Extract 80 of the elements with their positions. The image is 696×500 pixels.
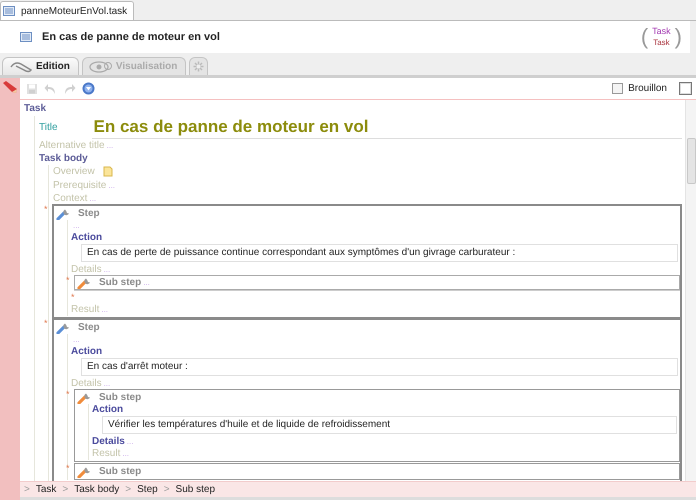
- action-field[interactable]: Vérifier les températures d'huile et de liquide de refroidissement: [102, 416, 677, 434]
- parenthesis: ): [674, 24, 682, 50]
- field-label[interactable]: Result: [71, 304, 100, 315]
- ellipsis[interactable]: ...: [101, 305, 108, 314]
- marker: *: [66, 275, 71, 287]
- action-field[interactable]: En cas d'arrêt moteur :: [81, 358, 678, 376]
- wrench-icon: [56, 208, 72, 220]
- field-label[interactable]: Overview: [53, 166, 95, 177]
- note-icon[interactable]: [102, 166, 113, 177]
- field-label[interactable]: Details: [71, 264, 102, 275]
- field-label: Action: [71, 232, 102, 243]
- field-label: Action: [92, 404, 124, 415]
- ellipsis[interactable]: ...: [122, 449, 130, 458]
- action-field[interactable]: En cas de perte de puissance continue correspondant aux symptômes d'un givrage carburateur :: [81, 244, 678, 262]
- document-title: En cas de panne de moteur en vol: [42, 31, 221, 43]
- separator: >: [24, 484, 30, 495]
- ellipsis[interactable]: ...: [126, 437, 134, 446]
- undo-icon: [44, 82, 57, 94]
- wrench-icon: [56, 322, 72, 334]
- redo-icon: [63, 82, 76, 94]
- settings-icon: [193, 61, 204, 72]
- substep-block[interactable]: Sub step ...: [74, 275, 680, 290]
- substep-block[interactable]: Sub step Action Vérifier les températures d'huile et de liquide de refroidissement Details ... Result ...: [74, 389, 680, 462]
- wrench-icon: [77, 276, 93, 288]
- block-label: Step: [78, 208, 100, 219]
- field-label[interactable]: Prerequisite: [53, 180, 106, 191]
- field-label[interactable]: Details: [92, 436, 125, 447]
- view-tab[interactable]: Edition: [2, 57, 79, 75]
- ellipsis[interactable]: ...: [106, 141, 114, 150]
- ellipsis[interactable]: ...: [89, 194, 96, 203]
- ellipsis[interactable]: ...: [143, 278, 150, 287]
- view-tab[interactable]: [189, 57, 208, 75]
- marker: *: [71, 292, 75, 302]
- field-label[interactable]: Result: [92, 448, 120, 459]
- field-label: Action: [71, 346, 102, 357]
- type-label: Task: [652, 25, 671, 37]
- breadcrumb-item[interactable]: Step: [137, 484, 158, 495]
- section-label[interactable]: Task body: [39, 153, 88, 164]
- file-tab[interactable]: panneMoteurEnVol.task: [0, 1, 134, 20]
- field-label[interactable]: Alternative title: [39, 140, 105, 151]
- wrench-icon: [77, 392, 93, 404]
- maximize-button[interactable]: [679, 82, 692, 95]
- separator: >: [164, 484, 170, 495]
- marker: *: [44, 318, 49, 330]
- ellipsis[interactable]: ...: [73, 221, 80, 230]
- section-label[interactable]: Task: [24, 103, 46, 114]
- breadcrumb-item[interactable]: Sub step: [176, 484, 216, 495]
- step-block[interactable]: Step ... Action En cas de perte de puissance continue correspondant aux symptômes d'un givrage carburateur : Details ... * Sub step ... * Result ...: [52, 204, 682, 319]
- ellipsis[interactable]: ...: [73, 335, 80, 344]
- checkbox[interactable]: [612, 83, 624, 94]
- breadcrumb-item[interactable]: Task body: [74, 484, 120, 495]
- wrench-icon: [77, 466, 93, 478]
- separator: >: [125, 484, 132, 495]
- field-label[interactable]: Context: [53, 193, 88, 204]
- marker: *: [66, 389, 71, 401]
- pencil-icon[interactable]: [2, 80, 18, 94]
- type-label: Task: [653, 37, 670, 49]
- block-label: Sub step: [99, 466, 142, 477]
- checkbox-label[interactable]: Brouillon: [628, 83, 667, 94]
- document-icon: [3, 6, 15, 16]
- ellipsis[interactable]: ...: [104, 265, 110, 274]
- marker: *: [66, 463, 71, 475]
- block-label: Sub step: [99, 392, 142, 403]
- ellipsis[interactable]: ...: [108, 181, 116, 190]
- block-label: Sub step: [99, 277, 142, 288]
- eye-icon: [88, 60, 113, 72]
- separator: >: [62, 484, 68, 495]
- marker: *: [44, 204, 49, 216]
- scrollbar[interactable]: [685, 100, 696, 481]
- view-tab[interactable]: Visualisation: [82, 57, 186, 75]
- save-icon: [26, 82, 38, 94]
- parenthesis: (: [640, 24, 648, 50]
- field-label[interactable]: Details: [71, 378, 102, 389]
- block-label: Step: [78, 322, 100, 333]
- ellipsis[interactable]: ...: [104, 379, 110, 388]
- substep-block[interactable]: Sub step: [74, 463, 680, 480]
- breadcrumb-item[interactable]: Task: [36, 484, 56, 495]
- field-label: Title: [39, 122, 58, 133]
- document-icon: [20, 32, 32, 42]
- title-text[interactable]: En cas de panne de moteur en vol: [92, 116, 682, 138]
